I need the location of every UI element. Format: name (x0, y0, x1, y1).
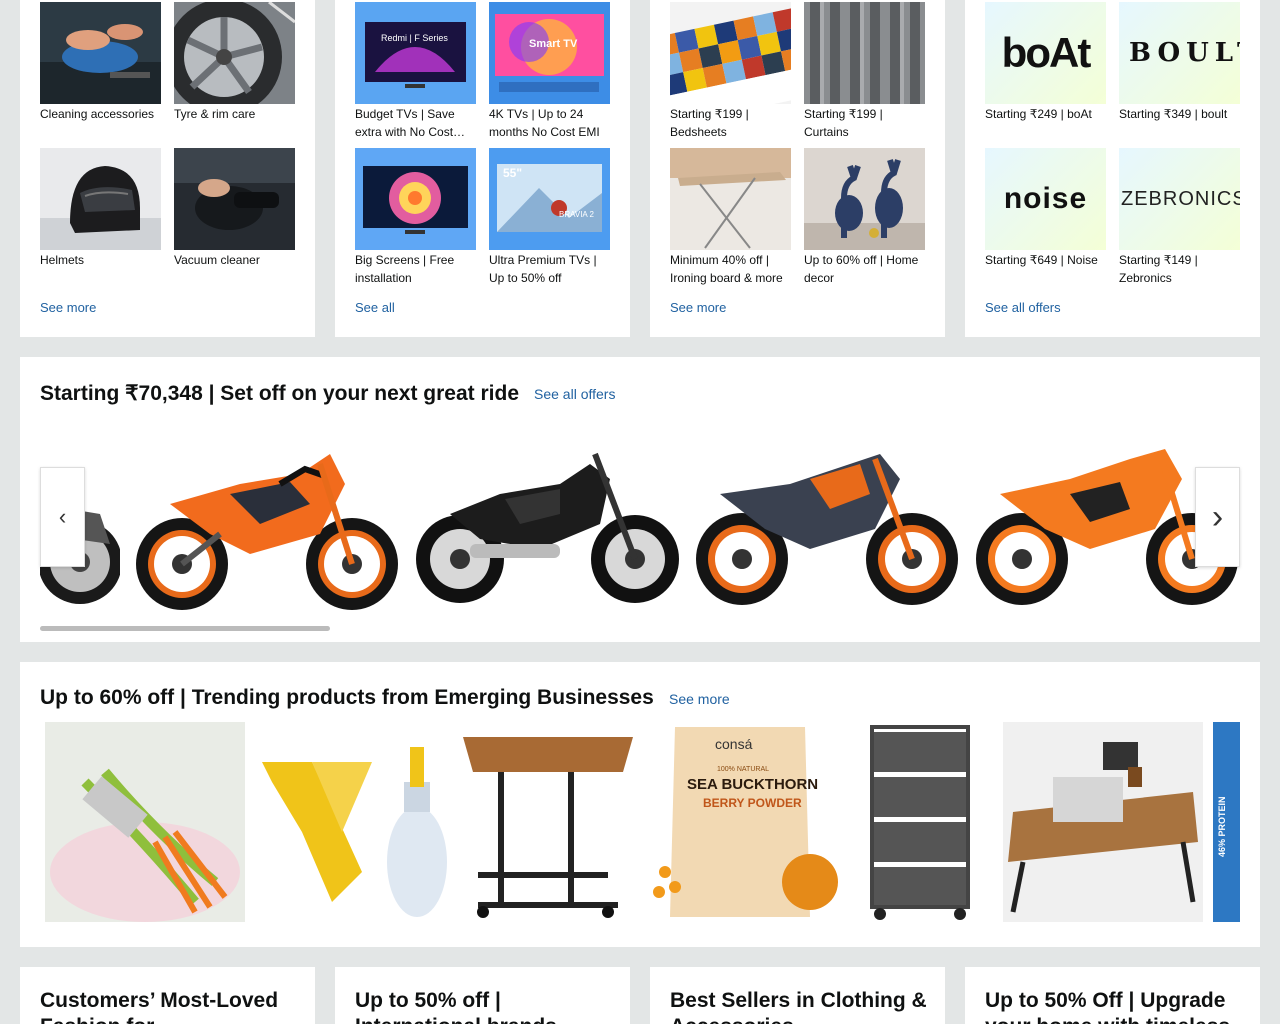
tile-caption[interactable]: Ultra Premium TVs | Up to 50% off (489, 251, 610, 287)
see-all-offers-link[interactable]: See all offers (534, 386, 615, 402)
bedsheet-image[interactable] (670, 2, 791, 104)
card-title: Up to 50% Off | Upgrade your home with t… (985, 989, 1230, 1024)
deer-decor-image[interactable] (804, 148, 925, 250)
tile-caption[interactable]: Big Screens | Free installation (355, 251, 476, 287)
boat-logo-image[interactable]: boAt (985, 2, 1106, 104)
card-title: Up to 50% off | International brands (355, 989, 557, 1024)
tv-redmi-image[interactable]: Redmi | F Series (355, 2, 476, 104)
chevron-left-icon: ‹ (58, 504, 67, 529)
tile-ironing-board[interactable]: Minimum 40% off | Ironing board & more (670, 148, 791, 287)
tile-caption[interactable]: Starting ₹349 | boult (1119, 105, 1240, 123)
tile-caption[interactable]: Starting ₹149 | Zebronics (1119, 251, 1240, 287)
ironing-board-image[interactable] (670, 148, 791, 250)
section-title: Up to 60% off | Trending products from E… (40, 686, 654, 709)
tile-caption[interactable]: Starting ₹249 | boAt (985, 105, 1106, 123)
carousel-prev-button[interactable]: ‹ (40, 467, 85, 567)
tile-boult[interactable]: BOULT Starting ₹349 | boult (1119, 2, 1240, 123)
sea-buckthorn-powder-image[interactable]: consá 100% NATURAL SEA BUCKTHORN BERRY P… (645, 722, 840, 922)
tile-caption[interactable]: Helmets (40, 251, 161, 269)
tile-caption[interactable]: Starting ₹649 | Noise (985, 251, 1106, 269)
quad-card-tvs: Redmi | F Series Budget TVs | Save extra… (335, 0, 630, 337)
boat-logo-text: boAt (1001, 29, 1092, 76)
see-all-offers-link[interactable]: See all offers (985, 300, 1061, 315)
noise-logo-image[interactable]: noise (985, 148, 1106, 250)
see-more-link[interactable]: See more (670, 300, 726, 315)
tv-big-screen-image[interactable] (355, 148, 476, 250)
car-vacuum-image[interactable] (174, 148, 295, 250)
tv-smart-image[interactable]: Smart TV (489, 2, 610, 104)
curtain-image[interactable] (804, 2, 925, 104)
motorcycle-duke-image[interactable] (690, 424, 960, 614)
tv-screen-text: Redmi | F Series (381, 33, 448, 43)
tile-caption[interactable]: Vacuum cleaner (174, 251, 295, 269)
bottom-card-fashion: Customers’ Most-Loved Fashion for (20, 967, 315, 1024)
storage-trolley-image[interactable] (860, 722, 980, 922)
tile-4k-tvs[interactable]: Smart TV 4K TVs | Up to 24 months No Cos… (489, 2, 610, 141)
tile-bedsheets[interactable]: Starting ₹199 | Bedsheets (670, 2, 791, 141)
vegetable-peeler-image[interactable] (45, 722, 245, 922)
section-title: Starting ₹70,348 | Set off on your next … (40, 382, 520, 405)
carousel-next-button[interactable]: › (1195, 467, 1240, 567)
tile-curtains[interactable]: Starting ₹199 | Curtains (804, 2, 925, 141)
tv-screen-text: Smart TV (529, 38, 578, 50)
carousel-scrollbar[interactable] (40, 626, 330, 631)
tile-budget-tvs[interactable]: Redmi | F Series Budget TVs | Save extra… (355, 2, 476, 141)
tile-tyre-rim-care[interactable]: Tyre & rim care (174, 2, 295, 123)
product-line-1: 100% NATURAL (717, 766, 770, 773)
tile-caption[interactable]: Up to 60% off | Home decor (804, 251, 925, 287)
quad-card-audio-brands: boAt Starting ₹249 | boAt BOULT Starting… (965, 0, 1260, 337)
product-line-3: BERRY POWDER (703, 796, 802, 810)
tile-big-screens[interactable]: Big Screens | Free installation (355, 148, 476, 287)
tile-caption[interactable]: Starting ₹199 | Curtains (804, 105, 925, 141)
card-title: Best Sellers in Clothing & Accessories (670, 989, 927, 1024)
see-more-link[interactable]: See more (669, 691, 730, 707)
laptop-bed-table-image[interactable] (1003, 722, 1203, 922)
product-line-2: SEA BUCKTHORN (687, 776, 819, 793)
see-all-link[interactable]: See all (355, 300, 395, 315)
tile-home-decor[interactable]: Up to 60% off | Home decor (804, 148, 925, 287)
protein-pack-text: 46% PROTEIN (1217, 796, 1227, 857)
car-cleaning-cloth-image[interactable] (40, 2, 161, 104)
chevron-right-icon: › (1211, 498, 1224, 536)
tyre-rim-image[interactable] (174, 2, 295, 104)
noise-logo-text: noise (1003, 182, 1088, 215)
zebronics-logo-image[interactable]: ZEBRONICS (1119, 148, 1240, 250)
quad-card-car-accessories: Cleaning accessories Tyre & rim care Hel… (20, 0, 315, 337)
boult-logo-text: BOULT (1129, 38, 1240, 68)
tile-caption[interactable]: Minimum 40% off | Ironing board & more (670, 251, 791, 287)
tile-caption[interactable]: Cleaning accessories (40, 105, 161, 123)
see-more-link[interactable]: See more (40, 300, 96, 315)
tile-boat[interactable]: boAt Starting ₹249 | boAt (985, 2, 1106, 123)
card-title: Customers’ Most-Loved Fashion for (40, 989, 279, 1024)
tile-caption[interactable]: Starting ₹199 | Bedsheets (670, 105, 791, 141)
quad-card-home: Starting ₹199 | Bedsheets Starting ₹199 … (650, 0, 945, 337)
boult-logo-image[interactable]: BOULT (1119, 2, 1240, 104)
tile-caption[interactable]: 4K TVs | Up to 24 months No Cost EMI (489, 105, 610, 141)
motorcycle-black-cruiser-image[interactable] (410, 424, 680, 614)
tile-zebronics[interactable]: ZEBRONICS Starting ₹149 | Zebronics (1119, 148, 1240, 287)
tile-caption[interactable]: Budget TVs | Save extra with No Cost… (355, 105, 476, 141)
helmet-image[interactable] (40, 148, 161, 250)
motorcycle-orange-image[interactable] (130, 424, 400, 614)
bottom-card-international-brands: Up to 50% off | International brands (335, 967, 630, 1024)
tile-cleaning-accessories[interactable]: Cleaning accessories (40, 2, 161, 123)
tv-bravia-image[interactable]: 55" BRAVIA 2 (489, 148, 610, 250)
tv-screen-text: BRAVIA 2 (559, 210, 594, 219)
bottom-card-home-upgrade: Up to 50% Off | Upgrade your home with t… (965, 967, 1260, 1024)
bottom-card-best-sellers-clothing: Best Sellers in Clothing & Accessories (650, 967, 945, 1024)
tile-noise[interactable]: noise Starting ₹649 | Noise (985, 148, 1106, 269)
tv-size-badge: 55" (503, 166, 523, 180)
tile-ultra-premium-tvs[interactable]: 55" BRAVIA 2 Ultra Premium TVs | Up to 5… (489, 148, 610, 287)
protein-pack-image[interactable]: 46% PROTEIN (1213, 722, 1240, 922)
zebronics-logo-text: ZEBRONICS (1121, 187, 1240, 210)
tile-helmets[interactable]: Helmets (40, 148, 161, 269)
tile-caption[interactable]: Tyre & rim care (174, 105, 295, 123)
water-can-lifter-image[interactable] (252, 722, 452, 922)
brand-text: consá (715, 736, 753, 752)
adjustable-laptop-table-image[interactable] (458, 722, 638, 922)
tile-vacuum-cleaner[interactable]: Vacuum cleaner (174, 148, 295, 269)
